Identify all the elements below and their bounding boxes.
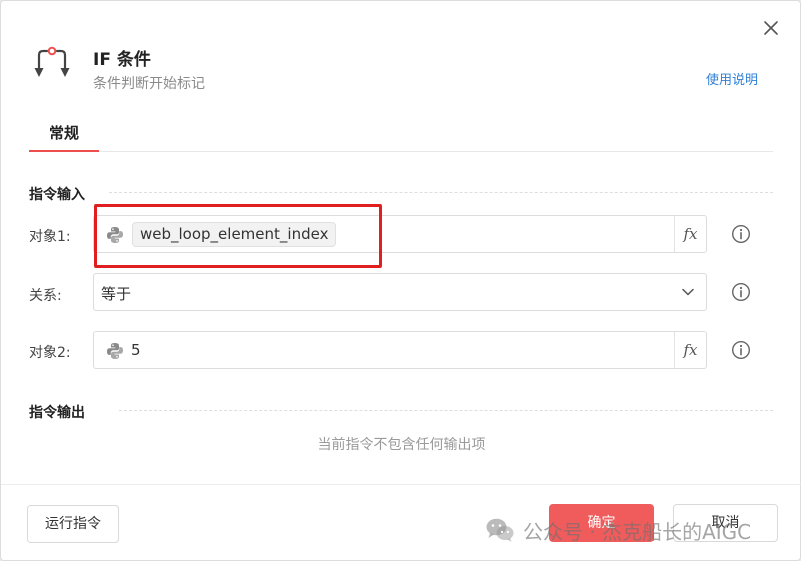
if-condition-icon (34, 46, 70, 77)
run-command-button[interactable]: 运行指令 (27, 505, 119, 543)
info-icon[interactable] (731, 282, 751, 302)
dialog-subtitle: 条件判断开始标记 (93, 76, 205, 92)
input-section-title: 指令输入 (29, 187, 85, 203)
tab-general[interactable]: 常规 (29, 121, 99, 152)
output-section-divider (119, 410, 773, 411)
close-icon[interactable] (762, 19, 780, 37)
footer-divider (1, 484, 801, 485)
tab-bar: 常规 (29, 121, 773, 152)
if-condition-dialog: IF 条件 条件判断开始标记 使用说明 常规 指令输入 对象1: web_loo… (0, 0, 801, 561)
fx-button[interactable]: fx (674, 216, 706, 252)
python-icon (107, 343, 123, 359)
chevron-down-icon (682, 288, 694, 296)
object1-label: 对象1: (29, 229, 71, 245)
empty-output-message: 当前指令不包含任何输出项 (317, 437, 486, 453)
cancel-button[interactable]: 取消 (673, 504, 778, 542)
relation-label: 关系: (29, 288, 62, 304)
help-link[interactable]: 使用说明 (706, 69, 758, 88)
ok-button[interactable]: 确定 (549, 504, 654, 542)
fx-button[interactable]: fx (674, 332, 706, 368)
dialog-title: IF 条件 (93, 50, 151, 70)
object2-field[interactable]: 5 fx (93, 331, 707, 369)
input-section-divider (109, 192, 773, 193)
wechat-icon (486, 518, 514, 542)
object2-label: 对象2: (29, 345, 71, 361)
relation-select[interactable]: 等于 (93, 273, 707, 311)
output-section-title: 指令输出 (29, 405, 85, 421)
object2-value[interactable]: 5 (131, 341, 141, 359)
annotation-highlight-box (94, 204, 382, 268)
relation-selected-value: 等于 (101, 285, 132, 303)
info-icon[interactable] (731, 340, 751, 360)
info-icon[interactable] (731, 224, 751, 244)
